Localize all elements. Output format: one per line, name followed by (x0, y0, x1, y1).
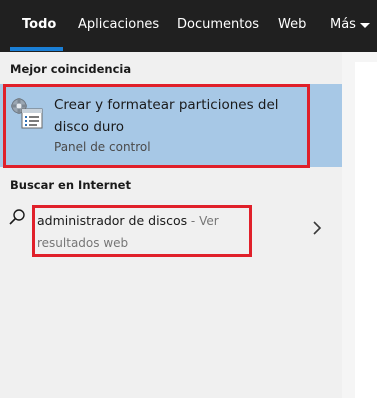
search-window: Todo Aplicaciones Documentos Web Más Mej… (0, 0, 377, 398)
tab-web[interactable]: Web (278, 0, 306, 52)
tab-todo[interactable]: Todo (22, 0, 56, 52)
tab-aplicaciones[interactable]: Aplicaciones (78, 0, 159, 52)
tab-mas[interactable]: Más (330, 0, 356, 52)
filter-tab-bar: Todo Aplicaciones Documentos Web Más (0, 0, 377, 52)
search-icon (9, 209, 25, 225)
web-search-heading: Buscar en Internet (10, 178, 131, 192)
best-match-heading: Mejor coincidencia (10, 62, 132, 76)
web-search-query: administrador de discos (37, 213, 188, 228)
tab-documentos[interactable]: Documentos (177, 0, 259, 52)
web-search-text: administrador de discos - Ver resultados… (37, 210, 252, 254)
chevron-down-icon[interactable] (360, 23, 370, 28)
chevron-right-icon[interactable] (311, 220, 323, 236)
active-tab-indicator (10, 47, 63, 51)
best-match-title: Crear y formatear particiones del disco … (54, 97, 279, 135)
preview-pane-content (355, 62, 377, 398)
best-match-subtitle: Panel de control (54, 140, 151, 154)
control-panel-disk-icon (11, 98, 43, 129)
